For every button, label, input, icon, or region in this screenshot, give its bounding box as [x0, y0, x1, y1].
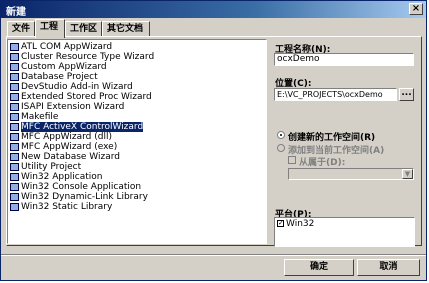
atl-icon [10, 43, 19, 51]
dependency-checkbox[interactable] [288, 156, 296, 164]
new-dialog: 新建 × 文件 工程 工作区 其它文档 ATL COM AppWizard Cl… [0, 0, 427, 281]
list-item[interactable]: ISAPI Extension Wizard [10, 102, 124, 112]
stored-proc-icon [10, 93, 19, 101]
list-item[interactable]: MFC AppWizard (dll) [10, 132, 112, 142]
list-item[interactable]: Custom AppWizard [10, 62, 107, 72]
makefile-icon [10, 113, 19, 121]
create-workspace-radio[interactable] [277, 131, 285, 139]
chevron-down-icon: ▼ [402, 169, 413, 179]
list-item[interactable]: ATL COM AppWizard [10, 42, 112, 52]
checkmark-icon[interactable]: ✓ [277, 220, 284, 227]
list-item[interactable]: New Database Wizard [10, 152, 120, 162]
dialog-title: 新建 [6, 7, 26, 18]
win32-app-icon [10, 173, 19, 181]
tab-file[interactable]: 文件 [7, 21, 35, 37]
mfc-dll-icon [10, 133, 19, 141]
add-to-workspace-radio[interactable] [277, 144, 285, 152]
list-item[interactable]: Win32 Dynamic-Link Library [10, 192, 148, 202]
isapi-icon [10, 103, 19, 111]
cluster-icon [10, 53, 19, 61]
utility-icon [10, 163, 19, 171]
title-bar: 新建 × [1, 1, 426, 18]
custom-wizard-icon [10, 63, 19, 71]
activex-icon [10, 123, 19, 131]
close-button[interactable]: × [409, 3, 423, 15]
platform-list[interactable]: ✓ Win32 [274, 217, 415, 247]
static-lib-icon [10, 203, 19, 211]
list-item[interactable]: Win32 Console Application [10, 182, 141, 192]
tab-workspace[interactable]: 工作区 [65, 21, 102, 37]
location-input[interactable]: E:\VC_PROJECTS\ocxDemo [274, 88, 397, 101]
list-item[interactable]: MFC AppWizard (exe) [10, 142, 117, 152]
mfc-exe-icon [10, 143, 19, 151]
new-database-icon [10, 153, 19, 161]
browse-button[interactable]: ... [399, 88, 414, 101]
addin-icon [10, 83, 19, 91]
tab-other-documents[interactable]: 其它文档 [102, 21, 150, 37]
list-item[interactable]: Win32 Static Library [10, 202, 112, 212]
list-item[interactable]: Database Project [10, 72, 98, 82]
dll-icon [10, 193, 19, 201]
list-item[interactable]: MFC ActiveX ControlWizard [10, 122, 144, 132]
list-item[interactable]: Cluster Resource Type Wizard [10, 52, 154, 62]
list-item[interactable]: Makefile [10, 112, 58, 122]
create-workspace-label: 创建新的工作空间(R) [288, 133, 376, 143]
console-icon [10, 183, 19, 191]
tab-project[interactable]: 工程 [35, 19, 65, 38]
ok-button[interactable]: 确定 [284, 259, 354, 276]
close-icon: × [411, 3, 421, 14]
list-item[interactable]: Utility Project [10, 162, 81, 172]
database-icon [10, 73, 19, 81]
platform-item: Win32 [286, 219, 315, 229]
list-item[interactable]: DevStudio Add-in Wizard [10, 82, 133, 92]
separator [1, 254, 426, 256]
dependency-select[interactable]: ▼ [288, 168, 414, 180]
list-item[interactable]: Win32 Application [10, 172, 103, 182]
cancel-button[interactable]: 取消 [357, 259, 420, 276]
project-type-list[interactable]: ATL COM AppWizard Cluster Resource Type … [7, 39, 267, 244]
project-name-input[interactable]: ocxDemo [274, 53, 414, 66]
list-item[interactable]: Extended Stored Proc Wizard [10, 92, 152, 102]
dependency-label: 从属于(D): [299, 158, 346, 168]
